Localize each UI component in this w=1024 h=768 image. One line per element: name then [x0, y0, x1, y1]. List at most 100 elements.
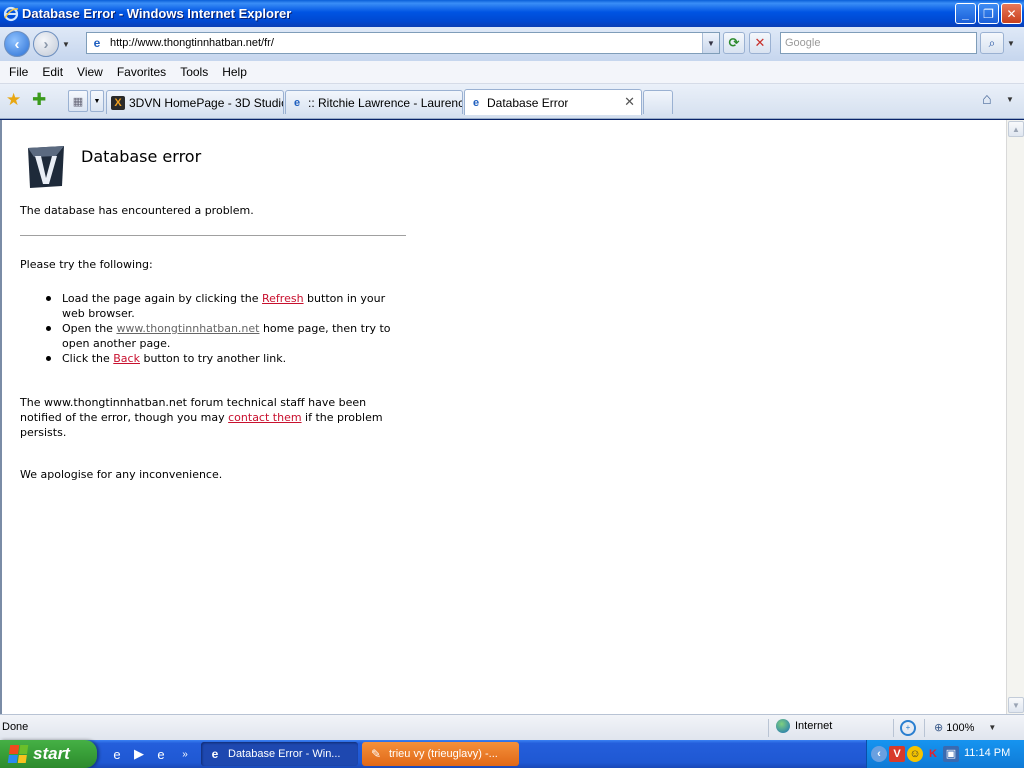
status-text: Done [2, 721, 29, 733]
arrow-right-icon: › [43, 35, 49, 53]
tab-label: 3DVN HomePage - 3D Studio ... [129, 95, 283, 110]
divider [893, 719, 894, 737]
zoom-control[interactable]: ⊕ 100% ▼ [934, 721, 996, 735]
staff-notice: The www.thongtinnhatban.net forum techni… [20, 395, 410, 440]
windows-logo-icon [7, 745, 29, 763]
stop-icon: ✕ [754, 35, 766, 50]
menu-bar: File Edit View Favorites Tools Help [0, 61, 1024, 84]
quicklaunch-expand-icon[interactable]: » [176, 745, 194, 763]
divider [924, 719, 925, 737]
taskbar-item-label: Database Error - Win... [228, 748, 341, 760]
security-zone[interactable]: Internet [776, 719, 832, 733]
magnifier-icon: ⊕ [934, 722, 944, 734]
list-item: Open the www.thongtinnhatban.net home pa… [20, 321, 410, 351]
divider [768, 719, 769, 737]
vbulletin-logo [28, 146, 64, 188]
status-bar: Done Internet + ⊕ 100% ▼ [0, 714, 1024, 740]
list-item-text: Load the page again by clicking the [62, 292, 263, 305]
close-button[interactable]: ✕ [1001, 3, 1022, 24]
quick-tabs-button[interactable]: ▦ [68, 90, 88, 112]
favorites-center-icon[interactable]: ★ [6, 91, 24, 109]
tab-bar: ★ ✚ ▦ ▼ X 3DVN HomePage - 3D Studio ... … [0, 84, 1024, 119]
refresh-icon: ⟳ [728, 35, 740, 50]
scroll-down-icon[interactable]: ▼ [1008, 697, 1024, 713]
stop-button[interactable]: ✕ [749, 32, 771, 54]
grid-icon: ▦ [72, 95, 84, 108]
tray-network-icon[interactable]: ▣ [943, 746, 959, 762]
navigation-bar: ‹ › ▼ e http://www.thongtinnhatban.net/f… [0, 27, 1024, 61]
refresh-button[interactable]: ⟳ [723, 32, 745, 54]
ie-page-icon: e [93, 36, 101, 50]
apology-text: We apologise for any inconvenience. [20, 468, 223, 481]
try-intro-text: Please try the following: [20, 258, 153, 271]
tab-label: :: Ritchie Lawrence - Laurenc... [308, 95, 462, 110]
list-item-text: button to try another link. [139, 352, 287, 365]
contact-them-link[interactable]: contact them [228, 411, 301, 424]
menu-favorites[interactable]: Favorites [110, 65, 173, 79]
taskbar-item-database-error[interactable]: e Database Error - Win... [201, 742, 358, 766]
problem-text: The database has encountered a problem. [20, 204, 254, 217]
address-url[interactable]: http://www.thongtinnhatban.net/fr/ [110, 37, 274, 49]
search-input[interactable]: Google [780, 32, 977, 54]
zoom-level: 100% [946, 721, 975, 734]
list-item-text: Click the [62, 352, 114, 365]
start-label: start [33, 744, 70, 763]
tray-k-icon[interactable]: K [925, 746, 941, 762]
forward-button[interactable]: › [33, 31, 59, 57]
ie-page-icon: e [293, 96, 301, 109]
menu-file[interactable]: File [0, 65, 35, 79]
taskbar-item-trieu-vy[interactable]: ✎ trieu vy (trieuglavy) -... [362, 742, 519, 766]
tray-v-icon[interactable]: V [889, 746, 905, 762]
ie-page-icon: e [211, 747, 219, 761]
recent-pages-dropdown[interactable]: ▼ [62, 40, 74, 49]
quicklaunch-media-player-icon[interactable]: ▶ [130, 745, 148, 763]
page-viewport: Database error The database has encounte… [0, 120, 1006, 714]
close-tab-icon[interactable]: ✕ [624, 94, 635, 110]
back-link[interactable]: Back [113, 352, 140, 365]
tab-label: Database Error [487, 95, 569, 110]
new-tab-button[interactable] [643, 90, 673, 114]
address-bar[interactable]: e http://www.thongtinnhatban.net/fr/ ▼ [86, 32, 720, 54]
tab-database-error[interactable]: e Database Error ✕ [464, 89, 642, 115]
refresh-link[interactable]: Refresh [262, 292, 304, 305]
clock: 11:14 PM [964, 747, 1011, 759]
quicklaunch-ie-icon[interactable]: e [108, 745, 126, 763]
zoom-dropdown-icon[interactable]: ▼ [988, 723, 996, 732]
tray-smiley-icon[interactable]: ☺ [907, 746, 923, 762]
ie-page-icon: e [472, 96, 480, 109]
menu-help[interactable]: Help [215, 65, 254, 79]
tab-ritchie-lawrence[interactable]: e :: Ritchie Lawrence - Laurenc... [285, 90, 463, 114]
home-page-link[interactable]: www.thongtinnhatban.net [116, 322, 259, 335]
quicklaunch-ie-icon[interactable]: e [152, 745, 170, 763]
page-title: Database error [81, 147, 202, 166]
start-button[interactable]: start [0, 740, 97, 768]
zone-label: Internet [795, 720, 833, 732]
tab-3dvn[interactable]: X 3DVN HomePage - 3D Studio ... [106, 90, 284, 114]
scroll-up-icon[interactable]: ▲ [1008, 121, 1024, 137]
search-button[interactable]: ⌕ [980, 32, 1004, 54]
menu-edit[interactable]: Edit [35, 65, 70, 79]
add-favorites-icon[interactable]: ✚ [32, 91, 50, 109]
menu-view[interactable]: View [70, 65, 110, 79]
protected-mode-icon[interactable]: + [900, 720, 916, 736]
taskbar-item-label: trieu vy (trieuglavy) -... [389, 748, 498, 760]
divider [20, 235, 406, 236]
list-item-text: Open the [62, 322, 117, 335]
vertical-scrollbar[interactable]: ▲ ▼ [1006, 120, 1024, 714]
tab-list-dropdown[interactable]: ▼ [90, 90, 104, 112]
address-dropdown-button[interactable]: ▼ [702, 33, 719, 53]
tray-show-hidden-icon[interactable]: ‹ [871, 746, 887, 762]
home-dropdown[interactable]: ▼ [1006, 91, 1014, 109]
search-options-dropdown[interactable]: ▼ [1004, 32, 1018, 54]
title-bar: Database Error - Windows Internet Explor… [0, 0, 1024, 27]
list-item: Click the Back button to try another lin… [20, 351, 410, 366]
3dvn-icon: X [111, 95, 125, 110]
windows-taskbar: start e ▶ e » e Database Error - Win... … [0, 740, 1024, 768]
arrow-left-icon: ‹ [14, 35, 20, 53]
chat-icon: ✎ [370, 747, 382, 761]
minimize-button[interactable]: _ [955, 3, 976, 24]
menu-tools[interactable]: Tools [173, 65, 215, 79]
back-button[interactable]: ‹ [4, 31, 30, 57]
maximize-button[interactable]: ❐ [978, 3, 999, 24]
home-icon[interactable]: ⌂ [982, 91, 1000, 109]
